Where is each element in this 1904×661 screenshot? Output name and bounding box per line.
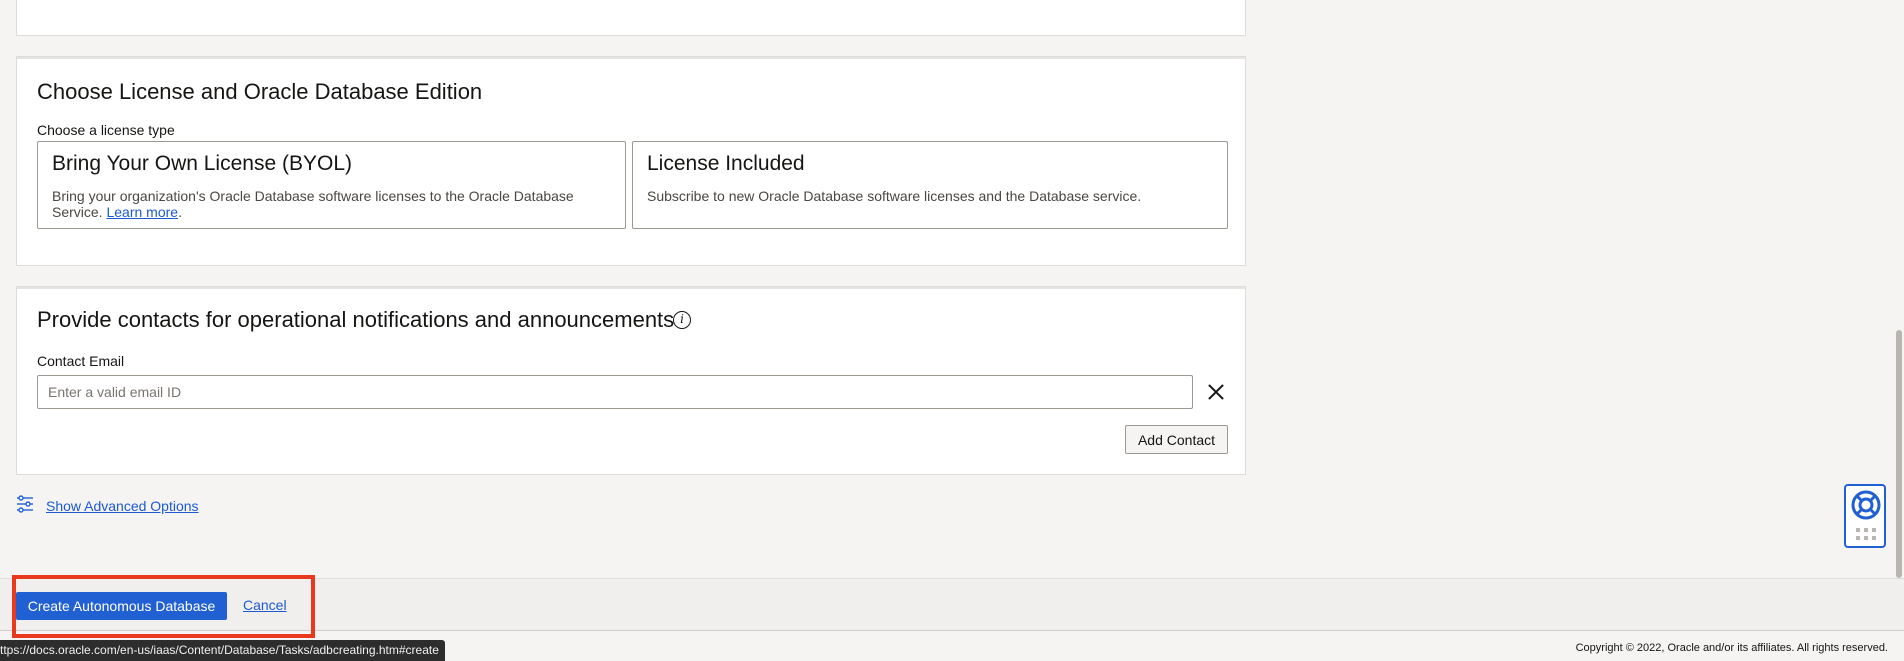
cancel-link[interactable]: Cancel [243,597,287,613]
license-section: Choose License and Oracle Database Editi… [16,56,1246,266]
license-option-byol[interactable]: Bring Your Own License (BYOL) Bring your… [37,141,626,229]
license-option-included[interactable]: License Included Subscribe to new Oracle… [632,141,1228,229]
grid-icon [1856,528,1876,540]
show-advanced-options[interactable]: Show Advanced Options [16,494,199,518]
section-divider [17,287,1245,289]
add-contact-button[interactable]: Add Contact [1125,425,1228,454]
learn-more-link[interactable]: Learn more [106,204,178,220]
contact-email-label: Contact Email [37,353,125,369]
contacts-section-title: Provide contacts for operational notific… [37,307,675,332]
help-widget[interactable] [1844,484,1886,548]
license-section-title: Choose License and Oracle Database Editi… [37,79,483,104]
byol-title: Bring Your Own License (BYOL) [52,152,352,175]
scrollbar-thumb[interactable] [1896,330,1902,578]
section-divider [17,57,1245,59]
show-advanced-options-link[interactable]: Show Advanced Options [46,498,199,514]
previous-section-panel [16,0,1246,36]
status-bar-url: ttps://docs.oracle.com/en-us/iaas/Conten… [0,640,445,661]
close-icon[interactable] [1205,381,1227,403]
info-icon[interactable]: i [673,311,691,329]
create-autonomous-database-button[interactable]: Create Autonomous Database [16,592,227,620]
contact-email-input[interactable] [37,375,1193,409]
byol-description: Bring your organization's Oracle Databas… [52,188,574,220]
copyright-text: Copyright © 2022, Oracle and/or its affi… [1575,642,1888,654]
license-included-title: License Included [647,152,805,175]
lifebuoy-icon [1851,490,1881,525]
sliders-icon [16,494,34,518]
license-included-description: Subscribe to new Oracle Database softwar… [647,188,1142,204]
license-type-label: Choose a license type [37,122,175,138]
contacts-section: Provide contacts for operational notific… [16,286,1246,475]
